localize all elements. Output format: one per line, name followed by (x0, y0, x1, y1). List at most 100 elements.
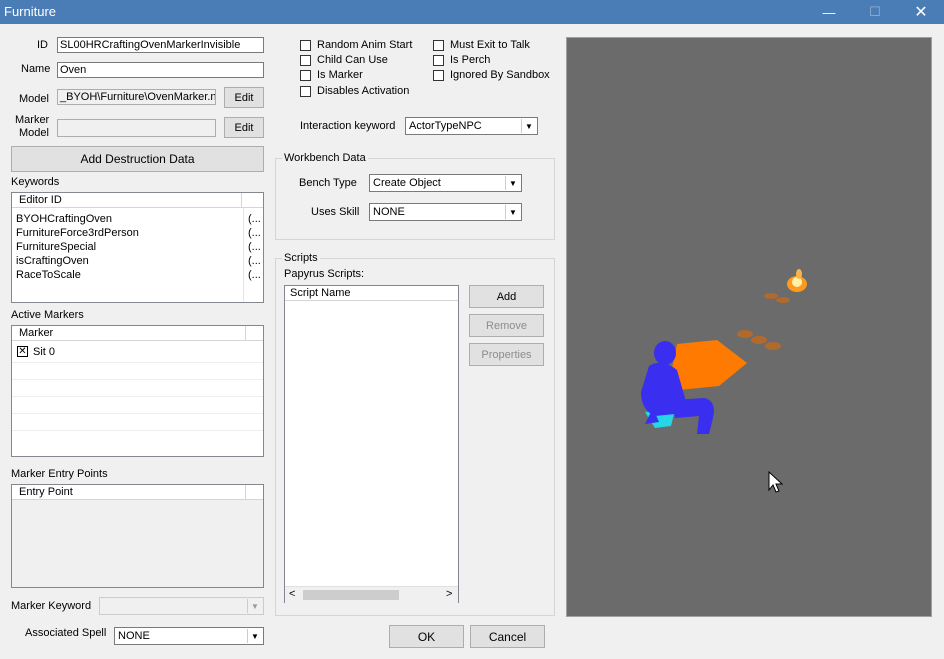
keywords-label: Keywords (11, 176, 60, 188)
marker-model-label-1: Marker (15, 114, 50, 126)
keyword-row-extra: (... (248, 213, 261, 225)
platform-shape (672, 340, 747, 390)
uses-skill-label: Uses Skill (311, 206, 360, 218)
entry-points-list[interactable]: Entry Point (11, 484, 264, 588)
is-perch-label: Is Perch (450, 54, 491, 66)
is-marker-label: Is Marker (317, 69, 363, 81)
bench-type-dropdown[interactable]: Create Object ▼ (369, 174, 522, 192)
chevron-down-icon: ▼ (247, 599, 262, 613)
workbench-data-group (275, 158, 555, 240)
keyword-row-extra: (... (248, 241, 261, 253)
bench-type-value: Create Object (373, 177, 441, 189)
add-script-button[interactable]: Add (469, 285, 544, 308)
random-anim-start-checkbox[interactable] (300, 40, 311, 51)
associated-spell-label: Associated Spell (25, 627, 107, 639)
marker-model-label-2: Model (19, 127, 49, 139)
remove-script-button[interactable]: Remove (469, 314, 544, 337)
bread-loaves-icon (737, 293, 790, 350)
child-can-use-label: Child Can Use (317, 54, 388, 66)
keyword-row[interactable]: RaceToScale (16, 269, 81, 281)
marker-model-edit-button[interactable]: Edit (224, 117, 264, 138)
markers-col-marker[interactable]: Marker (19, 327, 53, 339)
keyword-row[interactable]: FurnitureForce3rdPerson (16, 227, 139, 239)
keyword-row-extra: (... (248, 255, 261, 267)
column-divider (245, 326, 246, 340)
disables-activation-label: Disables Activation (317, 85, 410, 97)
scrollbar-thumb[interactable] (303, 590, 399, 600)
fire-icon (787, 269, 807, 292)
papyrus-scripts-label: Papyrus Scripts: (284, 268, 365, 280)
column-divider (241, 193, 242, 207)
entry-header: Entry Point (12, 485, 263, 500)
properties-button[interactable]: Properties (469, 343, 544, 366)
cancel-button[interactable]: Cancel (470, 625, 545, 648)
keywords-col-editor-id[interactable]: Editor ID (19, 194, 62, 206)
id-label: ID (37, 39, 48, 51)
column-divider (243, 208, 244, 302)
row-divider (12, 430, 263, 431)
ignored-by-sandbox-checkbox[interactable] (433, 70, 444, 81)
scripts-list[interactable]: Script Name < > (284, 285, 459, 603)
preview-viewport[interactable] (566, 37, 932, 617)
row-divider (12, 396, 263, 397)
chevron-down-icon: ▼ (505, 176, 520, 190)
marker-row[interactable]: Sit 0 (33, 346, 55, 358)
scripts-title: Scripts (282, 252, 320, 264)
child-can-use-checkbox[interactable] (300, 55, 311, 66)
scripts-col-script-name[interactable]: Script Name (290, 287, 351, 299)
model-field[interactable]: _BYOH\Furniture\OvenMarker.n (57, 89, 216, 105)
close-button[interactable]: ✕ (898, 0, 944, 24)
markers-header: Marker (12, 326, 263, 341)
add-destruction-data-button[interactable]: Add Destruction Data (11, 146, 264, 172)
marker-keyword-dropdown[interactable]: ▼ (99, 597, 264, 615)
row-divider (12, 379, 263, 380)
row-divider (12, 413, 263, 414)
model-label: Model (19, 93, 49, 105)
uses-skill-value: NONE (373, 206, 405, 218)
scripts-header: Script Name (285, 286, 458, 301)
marker-keyword-label: Marker Keyword (11, 600, 92, 612)
maximize-button[interactable]: ☐ (852, 0, 898, 24)
entry-col-entry-point[interactable]: Entry Point (19, 486, 73, 498)
associated-spell-value: NONE (118, 630, 150, 642)
model-edit-button[interactable]: Edit (224, 87, 264, 108)
preview-scene (641, 269, 807, 493)
keyword-row-extra: (... (248, 269, 261, 281)
mouse-cursor-icon (768, 470, 784, 493)
marker-entry-points-label: Marker Entry Points (11, 468, 108, 480)
keyword-row[interactable]: isCraftingOven (16, 255, 89, 267)
chevron-down-icon: ▼ (247, 629, 262, 643)
horizontal-scrollbar[interactable]: < > (285, 586, 458, 603)
ok-button[interactable]: OK (389, 625, 464, 648)
chevron-down-icon: ▼ (521, 119, 536, 133)
name-field[interactable]: Oven (57, 62, 264, 78)
scroll-right-icon[interactable]: > (446, 588, 452, 600)
row-divider (12, 362, 263, 363)
keywords-header: Editor ID (12, 193, 263, 208)
interaction-keyword-label: Interaction keyword (300, 120, 396, 132)
active-markers-label: Active Markers (11, 309, 84, 321)
id-field[interactable]: SL00HRCraftingOvenMarkerInvisible (57, 37, 264, 53)
uses-skill-dropdown[interactable]: NONE ▼ (369, 203, 522, 221)
workbench-data-title: Workbench Data (282, 152, 368, 164)
keyword-row[interactable]: BYOHCraftingOven (16, 213, 112, 225)
bench-type-label: Bench Type (299, 177, 357, 189)
keyword-row[interactable]: FurnitureSpecial (16, 241, 96, 253)
keywords-list[interactable]: Editor ID BYOHCraftingOven (... Furnitur… (11, 192, 264, 303)
keyword-row-extra: (... (248, 227, 261, 239)
must-exit-to-talk-label: Must Exit to Talk (450, 39, 530, 51)
interaction-keyword-value: ActorTypeNPC (409, 120, 482, 132)
is-perch-checkbox[interactable] (433, 55, 444, 66)
interaction-keyword-dropdown[interactable]: ActorTypeNPC ▼ (405, 117, 538, 135)
is-marker-checkbox[interactable] (300, 70, 311, 81)
disables-activation-checkbox[interactable] (300, 86, 311, 97)
column-divider (245, 485, 246, 499)
scroll-left-icon[interactable]: < (289, 588, 295, 600)
associated-spell-dropdown[interactable]: NONE ▼ (114, 627, 264, 645)
marker-model-field[interactable] (57, 119, 216, 137)
must-exit-to-talk-checkbox[interactable] (433, 40, 444, 51)
active-markers-list[interactable]: Marker ✕ Sit 0 (11, 325, 264, 457)
chevron-down-icon: ▼ (505, 205, 520, 219)
marker-checkbox[interactable]: ✕ (17, 346, 28, 357)
minimize-button[interactable]: — (806, 0, 852, 24)
